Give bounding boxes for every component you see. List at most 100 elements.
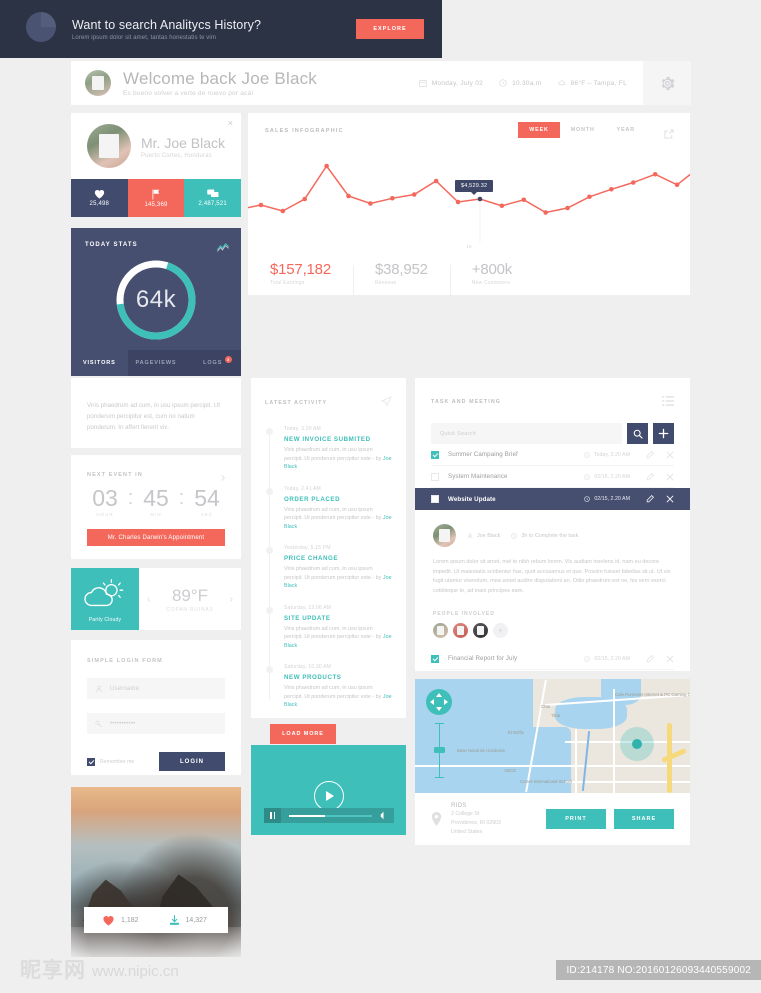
chart-point[interactable] [455,199,461,205]
task-checkbox[interactable] [431,495,439,503]
task-edit-button[interactable] [646,490,654,508]
add-person-button[interactable]: + [493,623,508,638]
task-checkbox[interactable] [431,654,439,663]
share-icon[interactable] [664,126,674,144]
chart-point-highlight[interactable] [477,196,483,202]
password-field[interactable]: ••••••••••• [87,713,225,734]
photo-downloads[interactable]: 14,327 [169,914,207,926]
activity-item[interactable]: Saturday, 12.06 AM SITE UPDATE Viris phaed… [265,605,392,651]
chart-point[interactable] [280,208,286,214]
chart-point[interactable] [302,196,308,202]
task-delete-button[interactable] [666,490,674,508]
line-chart-icon[interactable] [217,239,229,257]
stat-flags[interactable]: 145,369 [127,179,185,217]
task-delete-button[interactable] [666,468,674,486]
chart-point[interactable] [652,171,658,177]
task-row[interactable]: Summer Campaing Brief Today, 3.20 AM [431,444,674,466]
map-footer: RIDS 2 College St Providence, RI 02903 U… [415,793,690,845]
volume-icon[interactable] [380,807,387,825]
login-card: SIMPLE LOGIN FORM Username ••••••••••• R… [71,640,241,775]
heart-icon [103,915,114,925]
chart-point[interactable] [433,178,439,184]
task-row[interactable]: Website Update 02/15, 2.20 AM [415,488,690,510]
chart-point[interactable] [521,197,527,203]
activity-title: LATEST ACTIVITY [265,400,328,406]
task-row[interactable]: System Maintenance 02/15, 2.20 AM [431,466,674,488]
range-month[interactable]: MONTH [560,122,606,138]
task-checkbox[interactable] [431,472,439,481]
map-zoom-knob[interactable] [434,747,445,753]
weather-prev-button[interactable]: ‹ [147,594,150,605]
appointment-button[interactable]: Mr. Charles Darwin's Appointment [87,529,225,546]
send-icon[interactable] [380,394,392,412]
pause-icon[interactable] [264,808,281,823]
chart-point[interactable] [258,202,264,208]
tab-visitors[interactable]: VISITORS [71,350,128,376]
settings-button[interactable] [643,61,691,105]
chart-point[interactable] [543,210,548,215]
load-more-button[interactable]: LOAD MORE [270,723,336,744]
quick-search-input[interactable]: Quick Search [431,423,622,444]
activity-desc-text: Viris phaedrum ad cum, in usu ipsum perc… [284,685,383,700]
range-week[interactable]: WEEK [518,122,560,138]
activity-item[interactable]: Today, 2.41 AM ORDER PLACED Viris phaedrum… [265,486,392,532]
task-checkbox[interactable] [431,450,439,459]
compass-icon[interactable] [426,689,452,715]
tab-pageviews[interactable]: PAGEVIEWS [127,350,185,376]
chart-point[interactable] [630,180,636,185]
task-edit-button[interactable] [646,446,654,464]
task-delete-button[interactable] [666,446,674,464]
play-icon[interactable] [313,781,344,811]
video-progress-track[interactable] [289,814,372,817]
person-avatar[interactable] [433,623,448,638]
chart-point[interactable] [324,163,329,169]
activity-item[interactable]: Today, 3.20 AM NEW INVOICE SUBMITED Viris … [265,426,392,472]
activity-item[interactable]: Saturday, 10.30 AM NEW PRODUCTS Viris phae… [265,664,392,710]
login-title: SIMPLE LOGIN FORM [87,658,163,664]
list-icon[interactable] [662,393,674,411]
task-row[interactable]: Financial Report for July 02/15, 2.20 AM [431,648,674,670]
share-button[interactable]: SHARE [614,809,674,829]
stat-new-customers-label: New Customers [471,279,510,286]
chart-point[interactable] [674,182,680,188]
stat-comments[interactable]: 2,487,521 [184,179,242,217]
chart-point[interactable] [609,186,614,192]
stat-revenue: $38,952 Revenue [352,261,450,295]
task-delete-button[interactable] [666,650,674,668]
chart-point[interactable] [587,194,592,200]
activity-item[interactable]: Yesterday, 5.15 PM PRICE CHANGE Viris phae… [265,545,392,591]
chart-point[interactable] [390,195,395,201]
chart-point[interactable] [346,193,351,199]
tab-logs[interactable]: LOGS 3 [184,350,242,376]
photo-likes[interactable]: 1,182 [102,915,139,926]
print-button[interactable]: PRINT [546,809,606,829]
map-label: El Delfin [508,730,525,735]
person-avatar[interactable] [473,623,488,638]
chart-point[interactable] [411,192,417,197]
login-button[interactable]: LOGIN [159,752,225,771]
tab-visitors-label: VISITORS [82,360,116,366]
flag-icon [152,189,160,199]
task-rows-container: Summer Campaing Brief Today, 3.20 AM Syste… [415,444,690,670]
person-avatar[interactable] [453,623,468,638]
remember-me-group[interactable]: Remember me [87,757,134,766]
chart-point[interactable] [368,201,373,206]
add-task-button[interactable] [653,423,674,444]
map-image[interactable]: Cafe PuntoNet Internet & PC Gaming Cente… [415,679,690,793]
explore-button[interactable]: EXPLORE [356,19,424,39]
chart-point[interactable] [499,203,505,209]
close-icon[interactable]: × [228,119,233,128]
video-progress-fill [289,814,325,817]
task-name: Financial Report for July [448,655,518,662]
chart-point[interactable] [565,205,570,211]
search-button[interactable] [627,423,648,444]
remember-me-checkbox[interactable] [87,757,95,766]
task-edit-button[interactable] [646,650,654,668]
weather-next-button[interactable]: › [230,594,233,605]
range-year[interactable]: YEAR [606,122,646,138]
username-field[interactable]: Username [87,678,225,699]
stat-likes[interactable]: 25,498 [71,179,128,217]
map-zoom-slider[interactable] [434,723,445,778]
task-edit-button[interactable] [646,468,654,486]
today-stats-title: TODAY STATS [85,242,138,248]
